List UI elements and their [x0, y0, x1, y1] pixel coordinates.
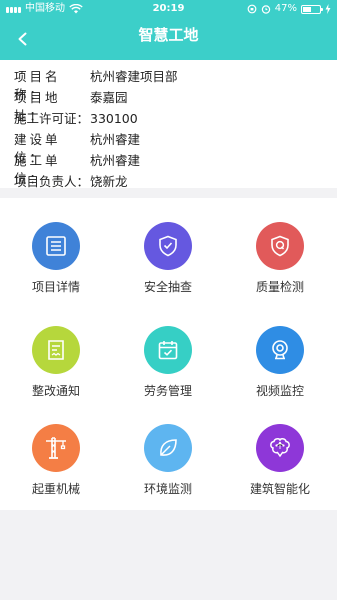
info-label: 项目名称：: [14, 69, 61, 102]
battery-percent: 47%: [274, 3, 297, 14]
module-label: 建筑智能化: [249, 482, 310, 496]
app-header: 中国移动 20:19 47% 智慧工地: [0, 0, 337, 60]
module-label: 起重机械: [31, 482, 80, 496]
info-value: 杭州睿建: [90, 153, 141, 168]
webcam-icon: [272, 340, 288, 360]
info-row-permit: 施工许可证： 330100: [14, 110, 138, 128]
battery-icon: [301, 4, 323, 14]
module-icon-circle: [256, 326, 304, 374]
module-icon-circle: [32, 222, 80, 270]
info-label: 建设单位：: [14, 132, 61, 165]
module-project-details[interactable]: 项目详情: [0, 198, 112, 298]
module-label: 项目详情: [31, 280, 80, 294]
info-value: 泰嘉园: [90, 90, 128, 105]
module-label: 整改通知: [31, 384, 80, 398]
info-row-manager: 项目负责人： 饶新龙: [14, 173, 128, 191]
module-icon-circle: [256, 424, 304, 472]
nav-bar: 智慧工地: [0, 18, 337, 60]
info-row-builder: 建设单位： 杭州睿建: [14, 131, 141, 165]
info-value: 杭州睿建: [90, 132, 141, 147]
info-value: 杭州睿建项目部: [90, 69, 178, 84]
module-grid: 项目详情 安全抽查 质量检测 整改通知 劳务管理 视频监控 起重机械 环境监测 …: [0, 198, 337, 510]
module-icon-circle: [144, 222, 192, 270]
info-value: 饶新龙: [90, 174, 128, 189]
module-environment-monitoring[interactable]: 环境监测: [112, 400, 224, 500]
brain-icon: [270, 438, 290, 458]
module-icon-circle: [32, 424, 80, 472]
info-row-address: 项目地址： 泰嘉园: [14, 89, 128, 123]
tower-crane-icon: [46, 437, 66, 459]
shield-check-icon: [159, 235, 177, 257]
module-icon-circle: [32, 326, 80, 374]
module-building-intelligence[interactable]: 建筑智能化: [224, 400, 336, 500]
info-row-name: 项目名称： 杭州睿建项目部: [14, 68, 178, 102]
status-bar: 中国移动 20:19 47%: [0, 0, 337, 18]
module-label: 质量检测: [255, 280, 304, 294]
info-row-contractor: 施工单位： 杭州睿建: [14, 152, 141, 186]
info-label: 项目负责人：: [14, 174, 90, 189]
leaf-icon: [160, 439, 177, 456]
module-label: 环境监测: [143, 482, 192, 496]
module-lifting-machinery[interactable]: 起重机械: [0, 400, 112, 500]
info-label: 施工单位：: [14, 153, 61, 186]
module-rectification-notice[interactable]: 整改通知: [0, 302, 112, 402]
module-icon-circle: [144, 326, 192, 374]
charging-icon: [325, 4, 331, 14]
info-label: 施工许可证：: [14, 111, 90, 126]
module-label: 视频监控: [255, 384, 304, 398]
page-title: 智慧工地: [138, 26, 199, 44]
module-icon-circle: [144, 424, 192, 472]
quality-q-icon: [271, 235, 289, 257]
orientation-lock-icon: [247, 4, 257, 14]
module-icon-circle: [256, 222, 304, 270]
info-label: 项目地址：: [14, 90, 61, 123]
module-quality-test[interactable]: 质量检测: [224, 198, 336, 298]
module-video-surveillance[interactable]: 视频监控: [224, 302, 336, 402]
calendar-check-icon: [158, 341, 178, 360]
module-safety-check[interactable]: 安全抽查: [112, 198, 224, 298]
list-icon: [46, 236, 66, 256]
module-labor-management[interactable]: 劳务管理: [112, 302, 224, 402]
module-label: 安全抽查: [143, 280, 192, 294]
project-info-card: 项目名称： 杭州睿建项目部 项目地址： 泰嘉园 施工许可证： 330100 建设…: [0, 60, 337, 191]
alarm-icon: [261, 5, 270, 14]
info-value: 330100: [90, 111, 138, 126]
module-label: 劳务管理: [143, 384, 192, 398]
notice-doc-icon: [48, 340, 64, 360]
